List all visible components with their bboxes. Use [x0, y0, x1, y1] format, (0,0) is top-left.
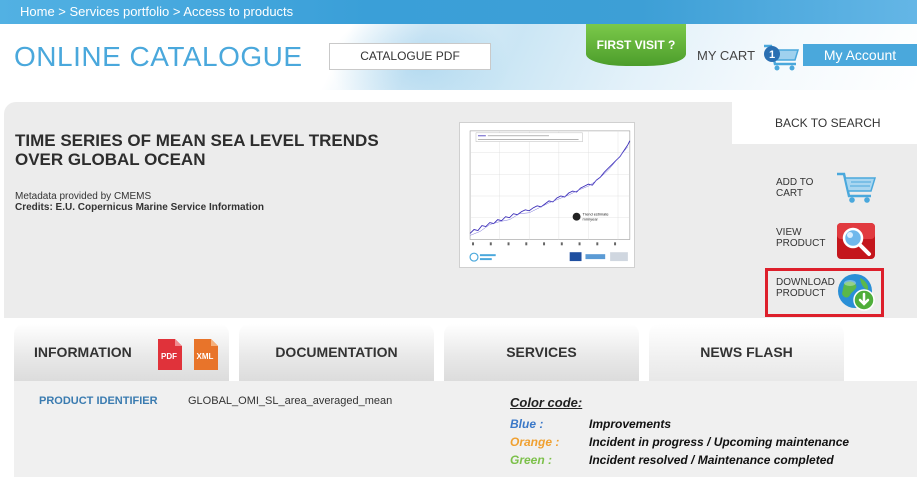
top-bar: Home > Services portfolio > Access to pr…	[0, 0, 917, 24]
svg-text:mm/year: mm/year	[583, 217, 599, 222]
tab-services[interactable]: SERVICES	[444, 324, 639, 381]
magnifier-icon[interactable]	[836, 222, 876, 260]
color-code-key: Blue :	[510, 417, 544, 431]
pdf-badge-text: PDF	[161, 352, 177, 361]
catalogue-pdf-button[interactable]: CATALOGUE PDF	[329, 43, 491, 70]
product-title: TIME SERIES OF MEAN SEA LEVEL TRENDS OVE…	[15, 131, 379, 169]
product-thumbnail-image[interactable]: Trend estimate mm/year	[459, 122, 635, 268]
add-to-cart-icon[interactable]	[835, 170, 877, 204]
xml-badge-text: XML	[197, 352, 214, 361]
breadcrumb-separator: >	[169, 4, 184, 19]
color-code-value: Improvements	[589, 417, 672, 431]
breadcrumb-home[interactable]: Home	[20, 4, 55, 19]
color-code-key: Orange :	[510, 435, 560, 449]
page-root: Home > Services portfolio > Access to pr…	[0, 0, 917, 477]
pdf-file-icon[interactable]: PDF	[157, 338, 183, 371]
tab-documentation[interactable]: DOCUMENTATION	[239, 324, 434, 381]
breadcrumb-current: Access to products	[183, 4, 294, 19]
page-title: ONLINE CATALOGUE	[14, 41, 303, 72]
cart-icon[interactable]: 1	[760, 40, 802, 72]
breadcrumb-separator: >	[54, 4, 70, 19]
color-code-key: Green :	[510, 453, 553, 467]
add-to-cart-label[interactable]: ADD TO CART	[776, 177, 813, 199]
my-cart-link[interactable]: MY CART	[697, 48, 755, 63]
download-highlight-box	[765, 268, 884, 317]
color-code-value: Incident resolved / Maintenance complete…	[589, 453, 834, 467]
product-identifier-value: GLOBAL_OMI_SL_area_averaged_mean	[188, 395, 393, 407]
product-credits: Credits: E.U. Copernicus Marine Service …	[15, 202, 264, 213]
product-identifier-label: PRODUCT IDENTIFIER	[39, 395, 158, 407]
tab-news-flash[interactable]: NEWS FLASH	[649, 324, 844, 381]
back-to-search-link[interactable]: BACK TO SEARCH	[775, 116, 881, 130]
color-code-value: Incident in progress / Upcoming maintena…	[589, 435, 850, 449]
breadcrumb: Home > Services portfolio > Access to pr…	[20, 4, 293, 19]
view-product-label[interactable]: VIEW PRODUCT	[776, 227, 825, 249]
breadcrumb-portfolio[interactable]: Services portfolio	[70, 4, 170, 19]
cart-count-badge: 1	[769, 49, 775, 61]
color-code-title: Color code:	[510, 395, 583, 410]
first-visit-button[interactable]: FIRST VISIT ?	[586, 24, 686, 66]
my-account-button[interactable]: My Account	[803, 44, 917, 66]
metadata-provider: Metadata provided by CMEMS	[15, 191, 152, 202]
xml-file-icon[interactable]: XML	[193, 338, 219, 371]
